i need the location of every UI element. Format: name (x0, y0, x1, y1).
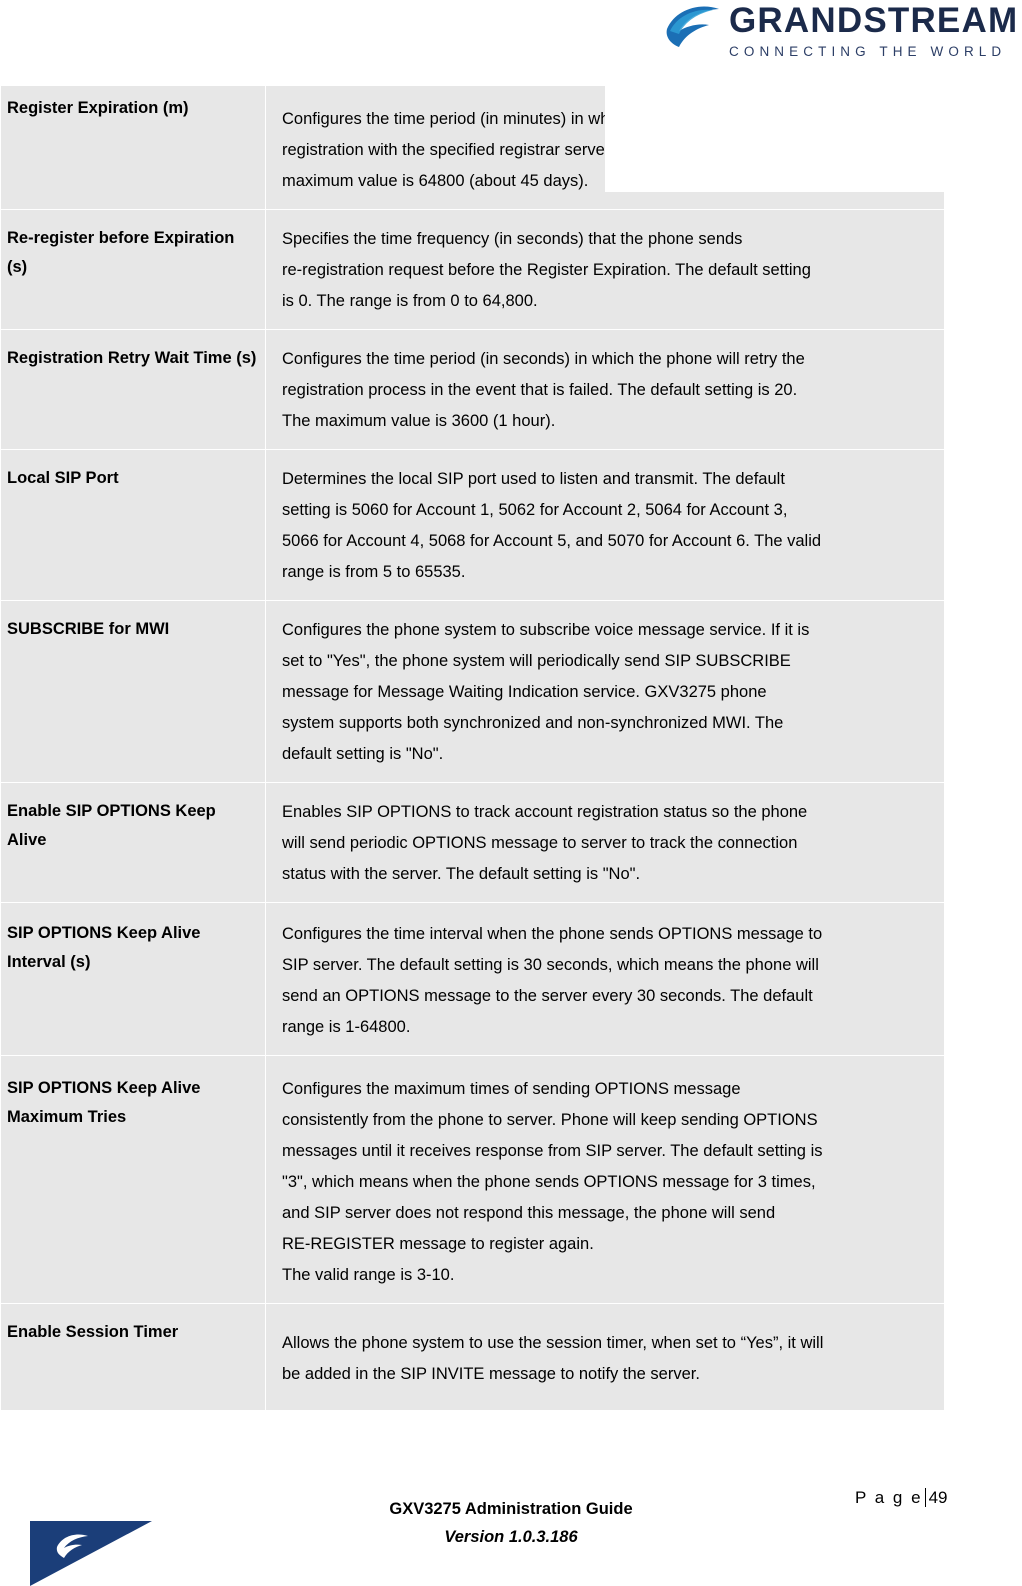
param-description-cell: Allows the phone system to use the sessi… (265, 1303, 945, 1411)
grandstream-swoosh-icon (665, 4, 723, 50)
logo-text-block: GRANDSTREAM CONNECTING THE WORLD (729, 1, 1019, 60)
table-row: SIP OPTIONS Keep Alive Interval (s) Conf… (0, 902, 945, 1056)
param-name-cell: Local SIP Port (0, 449, 266, 601)
desc-line: status with the server. The default sett… (282, 865, 641, 883)
param-name-cell: Registration Retry Wait Time (s) (0, 329, 266, 450)
param-description-cell: Determines the local SIP port used to li… (265, 449, 945, 601)
desc-line: Configures the maximum times of sending … (282, 1080, 741, 1098)
desc-line: message for Message Waiting Indication s… (282, 683, 767, 701)
grandstream-swoosh-icon (56, 1533, 90, 1559)
param-description-cell: Configures the time period (in seconds) … (265, 329, 945, 450)
param-description-cell: Enables SIP OPTIONS to track account reg… (265, 782, 945, 903)
desc-line: is 0. The range is from 0 to 64,800. (282, 292, 538, 310)
param-name-cell: SIP OPTIONS Keep Alive Maximum Tries (0, 1055, 266, 1304)
desc-line: default setting is "No". (282, 745, 444, 763)
table-row: Local SIP Port Determines the local SIP … (0, 449, 945, 601)
desc-line: setting is 5060 for Account 1, 5062 for … (282, 501, 788, 519)
param-name-cell: Enable SIP OPTIONS Keep Alive (0, 782, 266, 903)
footer-triangle-shape (30, 1521, 152, 1586)
desc-line: registration process in the event that i… (282, 381, 798, 399)
desc-line: consistently from the phone to server. P… (282, 1111, 818, 1129)
desc-line: The maximum value is 3600 (1 hour). (282, 412, 556, 430)
header-logo-area: GRANDSTREAM CONNECTING THE WORLD (605, 0, 1022, 192)
logo-subtitle: CONNECTING THE WORLD (729, 44, 1007, 59)
table-body: Register Expiration (m) Configures the t… (0, 85, 945, 1411)
table-row: Registration Retry Wait Time (s) Configu… (0, 329, 945, 450)
table-row: Enable Session Timer Allows the phone sy… (0, 1303, 945, 1411)
desc-line: send an OPTIONS message to the server ev… (282, 987, 813, 1005)
logo-title: GRANDSTREAM (729, 1, 1019, 40)
param-description-cell: Specifies the time frequency (in seconds… (265, 209, 945, 330)
param-description-cell: Configures the phone system to subscribe… (265, 600, 945, 783)
desc-line: Allows the phone system to use the sessi… (282, 1334, 824, 1352)
table-row: Re-register before Expiration (s) Specif… (0, 209, 945, 330)
footer-badge (30, 1521, 152, 1586)
param-name-cell: SIP OPTIONS Keep Alive Interval (s) (0, 902, 266, 1056)
footer-doc-info: GXV3275 Administration Guide Version 1.0… (0, 1495, 1022, 1551)
desc-line: range is 1-64800. (282, 1018, 411, 1036)
param-name-cell: Enable Session Timer (0, 1303, 266, 1411)
table-row: Enable SIP OPTIONS Keep Alive Enables SI… (0, 782, 945, 903)
desc-line: re-registration request before the Regis… (282, 261, 811, 279)
table-row: SIP OPTIONS Keep Alive Maximum Tries Con… (0, 1055, 945, 1304)
desc-line: messages until it receives response from… (282, 1142, 823, 1160)
grandstream-logo: GRANDSTREAM CONNECTING THE WORLD (665, 1, 1019, 60)
desc-line: system supports both synchronized and no… (282, 714, 784, 732)
param-name-cell: Register Expiration (m) (0, 85, 266, 210)
footer-doc-version: Version 1.0.3.186 (444, 1528, 578, 1546)
desc-line: set to "Yes", the phone system will peri… (282, 652, 791, 670)
desc-line: and SIP server does not respond this mes… (282, 1204, 776, 1222)
param-description-cell: Configures the time interval when the ph… (265, 902, 945, 1056)
param-description-cell: Configures the maximum times of sending … (265, 1055, 945, 1304)
desc-line: range is from 5 to 65535. (282, 563, 466, 581)
desc-line: Configures the phone system to subscribe… (282, 621, 810, 639)
desc-line: Enables SIP OPTIONS to track account reg… (282, 803, 808, 821)
desc-line: will send periodic OPTIONS message to se… (282, 834, 798, 852)
footer-doc-title: GXV3275 Administration Guide (389, 1500, 633, 1518)
desc-line: The valid range is 3-10. (282, 1266, 455, 1284)
desc-line: SIP server. The default setting is 30 se… (282, 956, 819, 974)
table-row: SUBSCRIBE for MWI Configures the phone s… (0, 600, 945, 783)
param-name-cell: Re-register before Expiration (s) (0, 209, 266, 330)
desc-line: "3", which means when the phone sends OP… (282, 1173, 816, 1191)
desc-line: Determines the local SIP port used to li… (282, 470, 785, 488)
desc-line: 5066 for Account 4, 5068 for Account 5, … (282, 532, 822, 550)
desc-line: RE-REGISTER message to register again. (282, 1235, 594, 1253)
param-name-cell: SUBSCRIBE for MWI (0, 600, 266, 783)
desc-line: be added in the SIP INVITE message to no… (282, 1365, 700, 1383)
desc-line: Specifies the time frequency (in seconds… (282, 230, 743, 248)
desc-line: Configures the time period (in seconds) … (282, 350, 805, 368)
sip-settings-table: Register Expiration (m) Configures the t… (0, 85, 945, 1411)
desc-line: Configures the time interval when the ph… (282, 925, 823, 943)
